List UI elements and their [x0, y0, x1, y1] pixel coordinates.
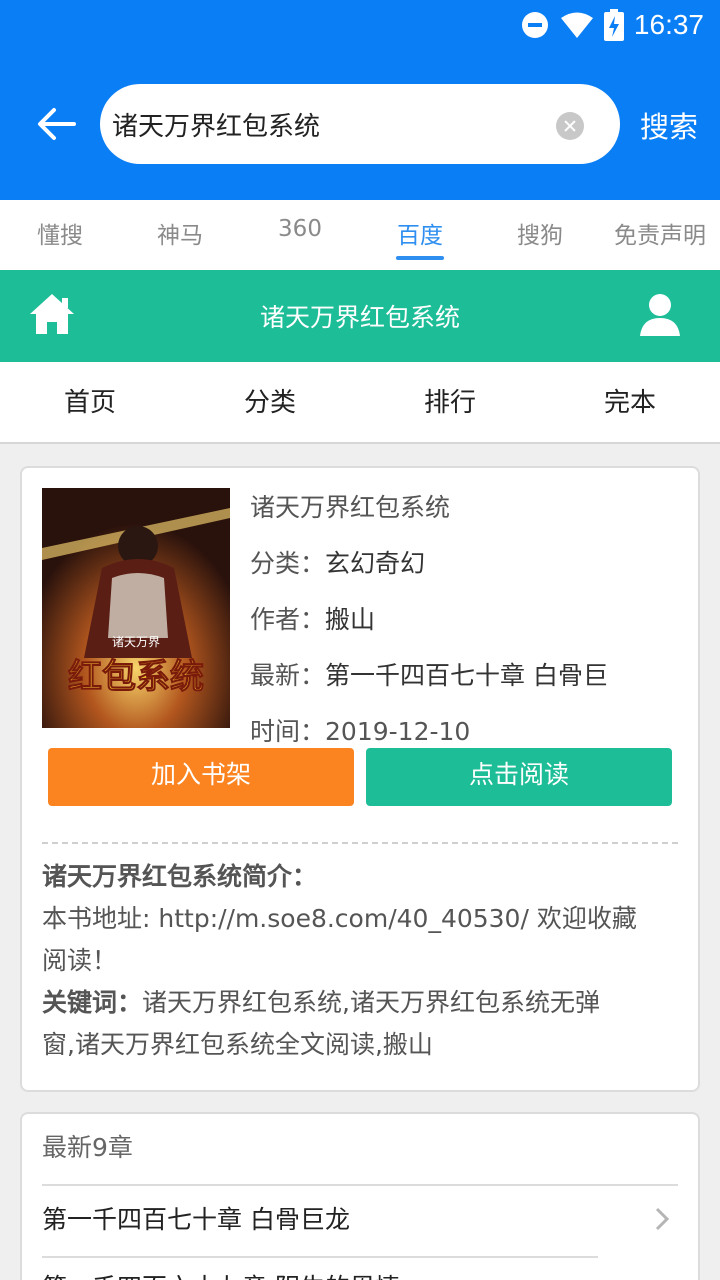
add-to-shelf-button[interactable]: 加入书架	[48, 748, 354, 806]
nav-category[interactable]: 分类	[180, 362, 360, 442]
minus-circle-icon	[520, 10, 550, 40]
latest-value[interactable]: 第一千四百七十章 白骨巨	[325, 661, 608, 690]
site-nav: 首页 分类 排行 完本	[0, 362, 720, 444]
book-latest-row: 最新：第一千四百七十章 白骨巨	[250, 656, 608, 692]
nav-ranking[interactable]: 排行	[360, 362, 540, 442]
keywords-text: 诸天万界红包系统,诸天万界红包系统无弹	[142, 988, 600, 1017]
back-arrow-icon	[38, 108, 76, 140]
divider	[42, 842, 678, 844]
category-value: 玄幻奇幻	[325, 549, 426, 578]
chapters-divider	[42, 1184, 678, 1186]
chapter-item[interactable]: 第一千四百七十章 白骨巨龙	[42, 1200, 350, 1236]
author-label: 作者：	[250, 605, 326, 634]
intro-keywords-line1: 关键词：诸天万界红包系统,诸天万界红包系统无弹	[42, 982, 682, 1024]
tab-disclaimer[interactable]: 免责声明	[600, 200, 720, 270]
clear-icon[interactable]	[556, 112, 584, 140]
search-button[interactable]: 搜索	[640, 104, 698, 146]
status-bar: 16:37	[520, 0, 704, 50]
read-button[interactable]: 点击阅读	[366, 748, 672, 806]
book-cover[interactable]: 诸天万界 红包系统	[42, 488, 230, 728]
nav-home[interactable]: 首页	[0, 362, 180, 442]
user-icon[interactable]	[638, 292, 682, 336]
cover-title-big: 红包系统	[68, 657, 204, 697]
intro-address-line2: 阅读！	[42, 946, 118, 975]
chapters-divider	[42, 1256, 598, 1258]
tab-dongsou[interactable]: 懂搜	[0, 200, 120, 270]
tab-baidu[interactable]: 百度	[360, 200, 480, 270]
keywords-label: 关键词：	[42, 988, 143, 1017]
latest-label: 最新：	[250, 661, 326, 690]
status-time: 16:37	[633, 9, 704, 40]
intro-address-line1: 本书地址: http://m.soe8.com/40_40530/ 欢迎收藏	[42, 904, 637, 933]
chapter-item[interactable]: 第一千四百六十九章 阴牛的恩情	[42, 1268, 400, 1280]
back-button[interactable]	[34, 100, 78, 148]
cover-title-small: 诸天万界	[112, 635, 160, 649]
tab-360[interactable]: 360	[240, 200, 360, 270]
tab-shenma[interactable]: 神马	[120, 200, 240, 270]
book-author-row: 作者：搬山	[250, 600, 375, 636]
book-time-row: 时间：2019-12-10	[250, 712, 470, 748]
engine-tabs: 懂搜 神马 360 百度 搜狗 免责声明	[0, 200, 720, 270]
intro-keywords-line2: 窗,诸天万界红包系统全文阅读,搬山	[42, 1030, 433, 1059]
chapters-heading: 最新9章	[42, 1133, 133, 1162]
chevron-right-icon	[655, 1207, 670, 1231]
author-value: 搬山	[325, 605, 376, 634]
search-box[interactable]	[100, 84, 620, 164]
site-title: 诸天万界红包系统	[259, 303, 460, 332]
category-label: 分类：	[250, 549, 326, 578]
intro-heading: 诸天万界红包系统简介：	[42, 862, 318, 891]
battery-charging-icon	[603, 9, 624, 41]
wifi-icon	[560, 11, 594, 39]
book-category-row: 分类：玄幻奇幻	[250, 544, 425, 580]
time-label: 时间：	[250, 717, 326, 746]
nav-completed[interactable]: 完本	[540, 362, 720, 442]
search-input[interactable]	[112, 102, 542, 146]
book-title: 诸天万界红包系统	[250, 493, 451, 522]
tab-sogou[interactable]: 搜狗	[480, 200, 600, 270]
time-value: 2019-12-10	[325, 717, 471, 746]
